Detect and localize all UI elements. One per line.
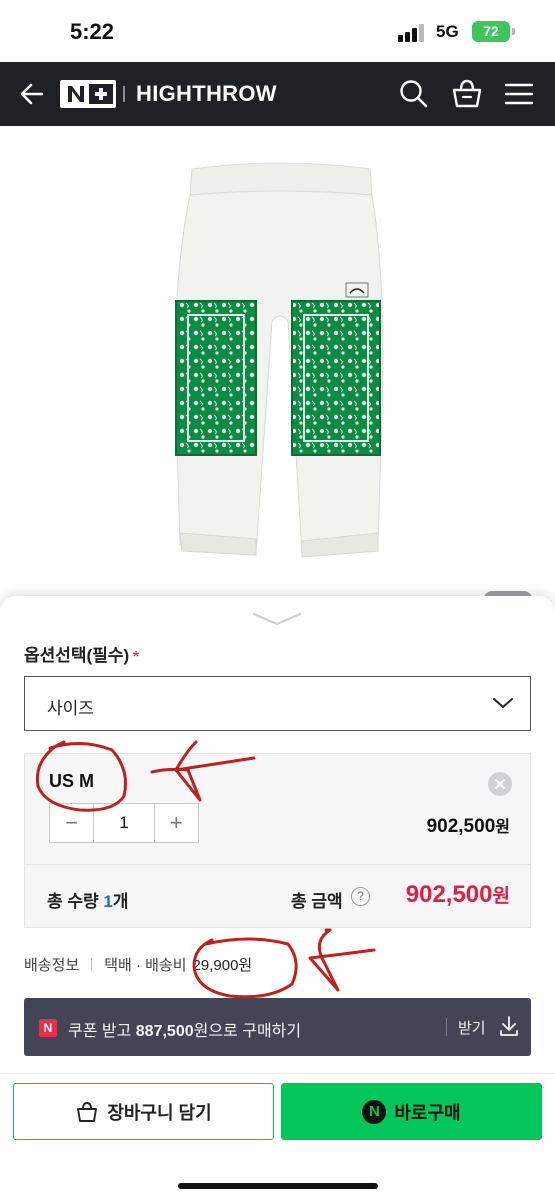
naver-pay-icon: N — [362, 1099, 387, 1124]
buy-now-label: 바로구매 — [394, 1102, 461, 1123]
option-label: 옵션선택(필수) * — [24, 641, 139, 666]
total-qty-suffix: 개 — [112, 892, 129, 911]
option-label-text: 옵션선택(필수) — [24, 646, 130, 665]
shopping-bag-icon[interactable] — [450, 77, 484, 111]
coupon-banner[interactable]: N 쿠폰 받고 887,500원으로 구매하기 받기 — [24, 998, 531, 1056]
close-circle-icon[interactable] — [488, 772, 512, 796]
item-price-value: 902,500 — [426, 816, 496, 837]
total-quantity: 총 수량 1개 — [47, 887, 128, 912]
shopping-bag-icon — [77, 1101, 98, 1122]
brand-logo[interactable] — [60, 80, 116, 108]
naver-badge-icon: N — [39, 1019, 57, 1037]
quantity-value[interactable]: 1 — [93, 804, 155, 842]
shipping-method: 택배 · 배송비 — [104, 957, 187, 974]
sheet-collapse-handle[interactable] — [252, 608, 302, 628]
total-amount-label: 총 금액 — [291, 892, 343, 911]
total-amount: 902,500원 — [406, 881, 510, 909]
quantity-stepper: − 1 + — [49, 803, 199, 843]
shipping-label: 배송정보 — [24, 957, 80, 974]
increase-button[interactable]: + — [155, 804, 198, 842]
network-label: 5G — [436, 22, 459, 41]
total-summary: 총 수량 1개 총 금액 ? 902,500원 — [24, 864, 531, 928]
shipping-info: 배송정보 택배 · 배송비 29,900원 — [24, 954, 252, 975]
coupon-text: 쿠폰 받고 887,500원으로 구매하기 — [68, 1017, 301, 1041]
coupon-text-pre: 쿠폰 받고 — [68, 1023, 136, 1040]
total-amount-value: 902,500 — [405, 881, 493, 908]
arrow-left-icon[interactable] — [16, 78, 48, 110]
selected-option-name: US M — [49, 771, 94, 791]
home-indicator — [178, 1183, 378, 1189]
search-icon[interactable] — [397, 77, 431, 111]
total-qty-prefix: 총 수량 — [47, 892, 104, 911]
option-sheet: 옵션선택(필수) * 사이즈 US M − 1 + 902,500원 총 수량 1… — [0, 596, 555, 1200]
menu-icon[interactable] — [502, 77, 536, 111]
coupon-amount: 887,500 — [135, 1023, 194, 1040]
status-bar: 5:22 5G 72 — [0, 0, 555, 62]
total-amount-unit: 원 — [492, 886, 510, 907]
item-price-unit: 원 — [495, 819, 510, 836]
app-header: HIGHTHROW — [0, 62, 555, 126]
coupon-text-post: 원으로 구매하기 — [193, 1023, 302, 1040]
product-photo — [174, 162, 384, 558]
signal-icon — [398, 24, 426, 42]
item-price: 902,500원 — [427, 813, 510, 838]
total-qty-number: 1 — [103, 892, 113, 911]
add-to-cart-label: 장바구니 담기 — [107, 1102, 212, 1123]
chevron-down-icon — [493, 698, 513, 708]
header-divider — [123, 86, 125, 102]
coupon-divider — [446, 1018, 447, 1036]
selected-option-item: US M − 1 + 902,500원 — [24, 753, 531, 865]
decrease-button[interactable]: − — [50, 804, 93, 842]
size-select-label: 사이즈 — [47, 699, 94, 718]
battery-tip — [512, 28, 515, 35]
size-select[interactable]: 사이즈 — [24, 676, 531, 731]
download-icon[interactable] — [498, 1014, 520, 1038]
coupon-download-label[interactable]: 받기 — [458, 1017, 486, 1038]
bottom-action-bar: 장바구니 담기 N 바로구매 — [0, 1073, 555, 1200]
shipping-divider — [91, 958, 93, 971]
status-time: 5:22 — [70, 19, 115, 44]
buy-now-button[interactable]: N 바로구매 — [281, 1083, 542, 1140]
product-image[interactable] — [0, 126, 555, 607]
required-mark: * — [133, 648, 140, 665]
battery-icon: 72 — [472, 21, 510, 42]
store-name[interactable]: HIGHTHROW — [136, 80, 277, 108]
add-to-cart-button[interactable]: 장바구니 담기 — [13, 1083, 274, 1140]
shipping-fee: 29,900원 — [192, 957, 253, 974]
help-icon[interactable]: ? — [351, 887, 370, 906]
